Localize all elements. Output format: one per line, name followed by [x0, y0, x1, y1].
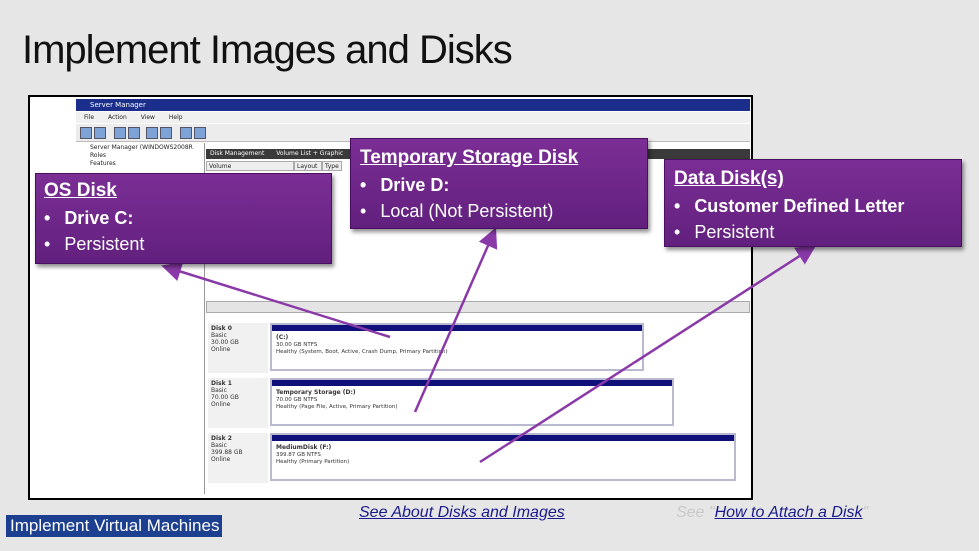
disk-info[interactable]: Disk 1 Basic 70.00 GB Online: [208, 378, 268, 428]
callout-temp-disk: Temporary Storage Disk Drive D: Local (N…: [350, 138, 648, 229]
partition-status: Healthy (Primary Partition): [276, 459, 350, 465]
column-type[interactable]: Type: [322, 161, 342, 171]
pane-title: Disk Management: [210, 150, 265, 157]
menu-bar: File Action View Help: [76, 112, 750, 123]
callout-item: Persistent: [674, 219, 952, 245]
partition[interactable]: MediumDisk (F:) 399.87 GB NTFS Healthy (…: [270, 433, 736, 481]
help-icon[interactable]: [146, 127, 158, 139]
disk-type: Basic: [211, 442, 227, 449]
disk-type: Basic: [211, 387, 227, 394]
back-icon[interactable]: [80, 127, 92, 139]
callout-item: Drive D:: [360, 172, 638, 198]
callout-data-disk: Data Disk(s) Customer Defined Letter Per…: [664, 159, 962, 247]
disk-info[interactable]: Disk 2 Basic 399.88 GB Online: [208, 433, 268, 483]
column-volume[interactable]: Volume: [206, 161, 294, 171]
tree-item-roles[interactable]: Roles: [76, 151, 204, 159]
footer-badge: Implement Virtual Machines: [6, 515, 222, 537]
partition-label: Temporary Storage (D:): [276, 389, 356, 396]
disk-name: Disk 1: [211, 380, 232, 387]
menu-view[interactable]: View: [141, 114, 155, 121]
slide-title: Implement Images and Disks: [22, 28, 513, 72]
disk-size: 30.00 GB: [211, 339, 239, 346]
callout-title: OS Disk: [44, 180, 117, 201]
pane-subtitle: Volume List + Graphic: [276, 150, 344, 157]
note-prefix: See ": [676, 504, 715, 521]
partition-size: 70.00 GB NTFS: [276, 397, 318, 403]
partition-size: 30.00 GB NTFS: [276, 342, 318, 348]
disk-size: 399.88 GB: [211, 449, 243, 456]
callout-title: Data Disk(s): [674, 168, 784, 189]
partition[interactable]: Temporary Storage (D:) 70.00 GB NTFS Hea…: [270, 378, 674, 426]
partition-label: MediumDisk (F:): [276, 444, 332, 451]
disk-size: 70.00 GB: [211, 394, 239, 401]
tree-item-server-manager[interactable]: Server Manager (WINDOWS2008R: [76, 143, 204, 151]
partition-status: Healthy (Page File, Active, Primary Part…: [276, 404, 398, 410]
settings-icon[interactable]: [194, 127, 206, 139]
disk-row: Disk 2 Basic 399.88 GB Online MediumDisk…: [206, 431, 750, 485]
disk-status: Online: [211, 456, 231, 463]
horizontal-scrollbar[interactable]: [206, 301, 750, 313]
column-layout[interactable]: Layout: [294, 161, 322, 171]
menu-file[interactable]: File: [84, 114, 94, 121]
note-suffix: ": [862, 504, 869, 521]
callout-item: Persistent: [44, 231, 323, 257]
tree-item-features[interactable]: Features: [76, 159, 204, 167]
callout-item: Customer Defined Letter: [674, 193, 952, 219]
partition[interactable]: (C:) 30.00 GB NTFS Healthy (System, Boot…: [270, 323, 644, 371]
callout-item: Local (Not Persistent): [360, 198, 638, 224]
folder-icon[interactable]: [114, 127, 126, 139]
disk-row: Disk 1 Basic 70.00 GB Online Temporary S…: [206, 376, 750, 430]
disk-status: Online: [211, 346, 231, 353]
menu-help[interactable]: Help: [169, 114, 183, 121]
partition-label: (C:): [276, 334, 289, 341]
properties-icon[interactable]: [128, 127, 140, 139]
disk-name: Disk 2: [211, 435, 232, 442]
footer-note: See "How to Attach a Disk": [676, 504, 868, 522]
partition-size: 399.87 GB NTFS: [276, 452, 321, 458]
callout-title: Temporary Storage Disk: [360, 147, 579, 168]
menu-action[interactable]: Action: [108, 114, 127, 121]
window-titlebar: Server Manager: [76, 99, 750, 111]
callout-item: Drive C:: [44, 205, 323, 231]
link-attach-disk[interactable]: How to Attach a Disk: [715, 504, 863, 521]
forward-icon[interactable]: [94, 127, 106, 139]
disk-status: Online: [211, 401, 231, 408]
view-icon[interactable]: [160, 127, 172, 139]
check-icon[interactable]: [180, 127, 192, 139]
disk-row: Disk 0 Basic 30.00 GB Online (C:) 30.00 …: [206, 321, 750, 375]
disk-info[interactable]: Disk 0 Basic 30.00 GB Online: [208, 323, 268, 373]
callout-os-disk: OS Disk Drive C: Persistent: [35, 173, 332, 264]
disk-name: Disk 0: [211, 325, 232, 332]
disk-type: Basic: [211, 332, 227, 339]
partition-status: Healthy (System, Boot, Active, Crash Dum…: [276, 349, 448, 355]
link-about-disks[interactable]: See About Disks and Images: [359, 504, 565, 522]
